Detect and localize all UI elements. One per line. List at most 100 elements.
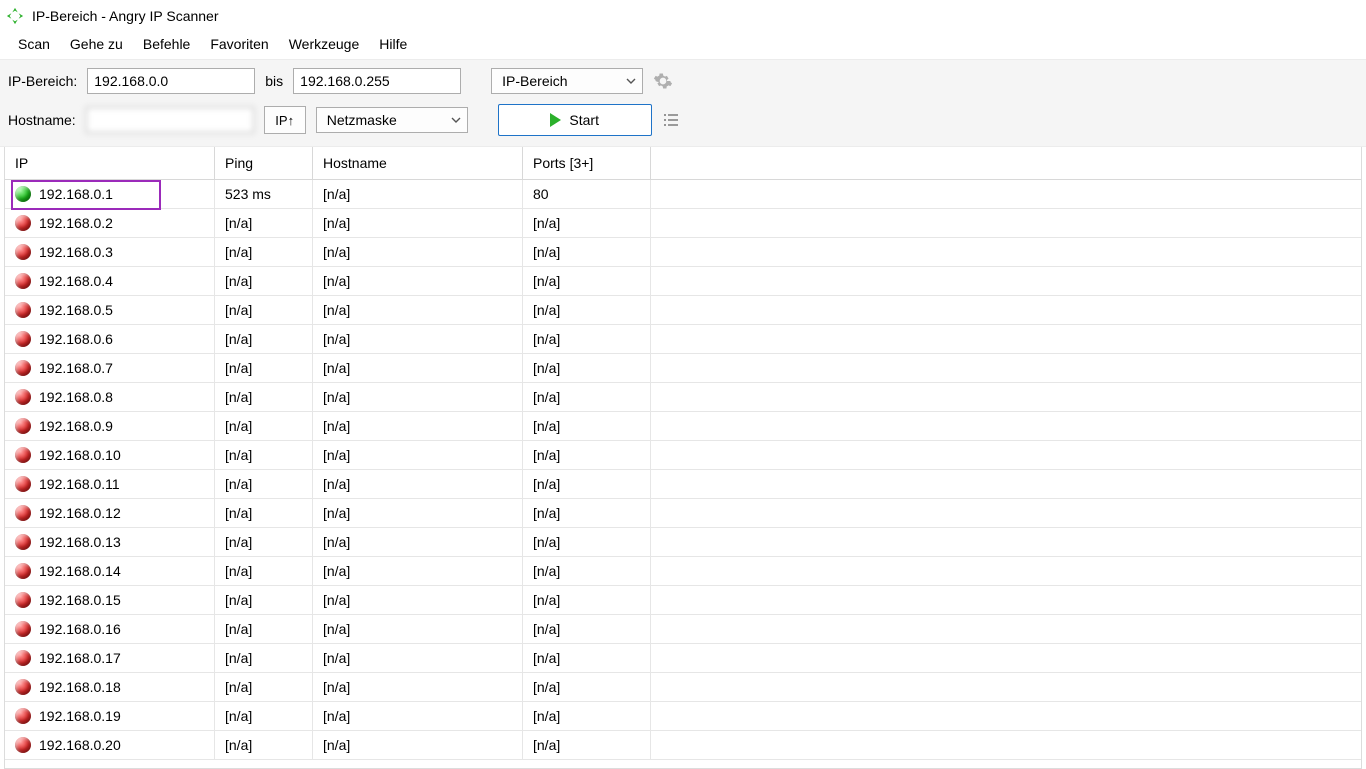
cell-ip: 192.168.0.6	[39, 331, 113, 347]
column-header-ports[interactable]: Ports [3+]	[523, 147, 651, 179]
table-row[interactable]: 192.168.0.9[n/a][n/a][n/a]	[5, 412, 1361, 441]
cell-ip: 192.168.0.12	[39, 505, 121, 521]
menu-commands[interactable]: Befehle	[133, 32, 200, 56]
cell-ping: [n/a]	[215, 441, 313, 469]
cell-ip: 192.168.0.1	[39, 186, 113, 202]
cell-empty	[651, 731, 1361, 759]
table-row[interactable]: 192.168.0.17[n/a][n/a][n/a]	[5, 644, 1361, 673]
ip-end-input[interactable]	[293, 68, 461, 94]
column-header-ping[interactable]: Ping	[215, 147, 313, 179]
table-row[interactable]: 192.168.0.1523 ms[n/a]80	[5, 180, 1361, 209]
cell-ip: 192.168.0.19	[39, 708, 121, 724]
table-row[interactable]: 192.168.0.6[n/a][n/a][n/a]	[5, 325, 1361, 354]
cell-empty	[651, 557, 1361, 585]
table-row[interactable]: 192.168.0.5[n/a][n/a][n/a]	[5, 296, 1361, 325]
cell-ports: [n/a]	[523, 325, 651, 353]
table-row[interactable]: 192.168.0.18[n/a][n/a][n/a]	[5, 673, 1361, 702]
netmask-select[interactable]: Netzmaske	[316, 107, 468, 133]
table-row[interactable]: 192.168.0.13[n/a][n/a][n/a]	[5, 528, 1361, 557]
feeder-select[interactable]: IP-Bereich	[491, 68, 643, 94]
cell-ports: [n/a]	[523, 528, 651, 556]
status-dead-icon	[15, 563, 31, 579]
table-row[interactable]: 192.168.0.10[n/a][n/a][n/a]	[5, 441, 1361, 470]
table-row[interactable]: 192.168.0.8[n/a][n/a][n/a]	[5, 383, 1361, 412]
cell-ip: 192.168.0.17	[39, 650, 121, 666]
cell-ports: [n/a]	[523, 383, 651, 411]
table-row[interactable]: 192.168.0.14[n/a][n/a][n/a]	[5, 557, 1361, 586]
cell-empty	[651, 209, 1361, 237]
table-body[interactable]: 192.168.0.1523 ms[n/a]80192.168.0.2[n/a]…	[5, 180, 1361, 768]
status-dead-icon	[15, 389, 31, 405]
cell-hostname: [n/a]	[313, 325, 523, 353]
cell-ping: [n/a]	[215, 586, 313, 614]
table-row[interactable]: 192.168.0.3[n/a][n/a][n/a]	[5, 238, 1361, 267]
status-dead-icon	[15, 447, 31, 463]
column-header-empty	[651, 147, 1361, 179]
fetchers-button[interactable]	[662, 111, 680, 129]
cell-hostname: [n/a]	[313, 731, 523, 759]
cell-empty	[651, 441, 1361, 469]
menu-goto[interactable]: Gehe zu	[60, 32, 133, 56]
cell-ports: [n/a]	[523, 615, 651, 643]
start-button[interactable]: Start	[498, 104, 652, 136]
menu-help[interactable]: Hilfe	[369, 32, 417, 56]
cell-empty	[651, 586, 1361, 614]
cell-empty	[651, 296, 1361, 324]
cell-ip: 192.168.0.13	[39, 534, 121, 550]
hostname-input[interactable]	[86, 107, 254, 133]
cell-ports: [n/a]	[523, 673, 651, 701]
title-bar: IP-Bereich - Angry IP Scanner	[0, 0, 1366, 30]
ip-start-input[interactable]	[87, 68, 255, 94]
cell-ping: [n/a]	[215, 731, 313, 759]
menu-scan[interactable]: Scan	[8, 32, 60, 56]
cell-ping: [n/a]	[215, 499, 313, 527]
cell-hostname: [n/a]	[313, 615, 523, 643]
cell-empty	[651, 238, 1361, 266]
gear-icon	[653, 71, 673, 91]
cell-hostname: [n/a]	[313, 586, 523, 614]
cell-hostname: [n/a]	[313, 267, 523, 295]
menu-bar: Scan Gehe zu Befehle Favoriten Werkzeuge…	[0, 30, 1366, 59]
table-row[interactable]: 192.168.0.11[n/a][n/a][n/a]	[5, 470, 1361, 499]
status-dead-icon	[15, 708, 31, 724]
cell-ports: [n/a]	[523, 499, 651, 527]
preferences-button[interactable]	[653, 71, 673, 91]
chevron-down-icon	[626, 76, 636, 86]
status-dead-icon	[15, 215, 31, 231]
status-dead-icon	[15, 534, 31, 550]
table-row[interactable]: 192.168.0.2[n/a][n/a][n/a]	[5, 209, 1361, 238]
cell-hostname: [n/a]	[313, 383, 523, 411]
cell-ping: [n/a]	[215, 644, 313, 672]
cell-ping: 523 ms	[215, 180, 313, 208]
ip-up-button[interactable]: IP↑	[264, 106, 306, 134]
cell-ping: [n/a]	[215, 238, 313, 266]
cell-ip: 192.168.0.4	[39, 273, 113, 289]
cell-hostname: [n/a]	[313, 702, 523, 730]
column-header-ip[interactable]: IP	[5, 147, 215, 179]
cell-empty	[651, 528, 1361, 556]
app-icon	[6, 7, 24, 25]
status-dead-icon	[15, 621, 31, 637]
table-row[interactable]: 192.168.0.15[n/a][n/a][n/a]	[5, 586, 1361, 615]
table-row[interactable]: 192.168.0.19[n/a][n/a][n/a]	[5, 702, 1361, 731]
table-row[interactable]: 192.168.0.16[n/a][n/a][n/a]	[5, 615, 1361, 644]
menu-favorites[interactable]: Favoriten	[200, 32, 278, 56]
cell-ip: 192.168.0.11	[39, 476, 120, 492]
status-dead-icon	[15, 737, 31, 753]
window-title: IP-Bereich - Angry IP Scanner	[32, 8, 219, 24]
cell-empty	[651, 383, 1361, 411]
cell-hostname: [n/a]	[313, 354, 523, 382]
status-dead-icon	[15, 505, 31, 521]
table-row[interactable]: 192.168.0.20[n/a][n/a][n/a]	[5, 731, 1361, 760]
status-dead-icon	[15, 273, 31, 289]
table-row[interactable]: 192.168.0.7[n/a][n/a][n/a]	[5, 354, 1361, 383]
cell-ip: 192.168.0.3	[39, 244, 113, 260]
cell-empty	[651, 673, 1361, 701]
table-row[interactable]: 192.168.0.12[n/a][n/a][n/a]	[5, 499, 1361, 528]
play-icon	[550, 113, 561, 127]
table-row[interactable]: 192.168.0.4[n/a][n/a][n/a]	[5, 267, 1361, 296]
menu-tools[interactable]: Werkzeuge	[279, 32, 370, 56]
column-header-hostname[interactable]: Hostname	[313, 147, 523, 179]
cell-ports: [n/a]	[523, 296, 651, 324]
cell-ports: [n/a]	[523, 702, 651, 730]
